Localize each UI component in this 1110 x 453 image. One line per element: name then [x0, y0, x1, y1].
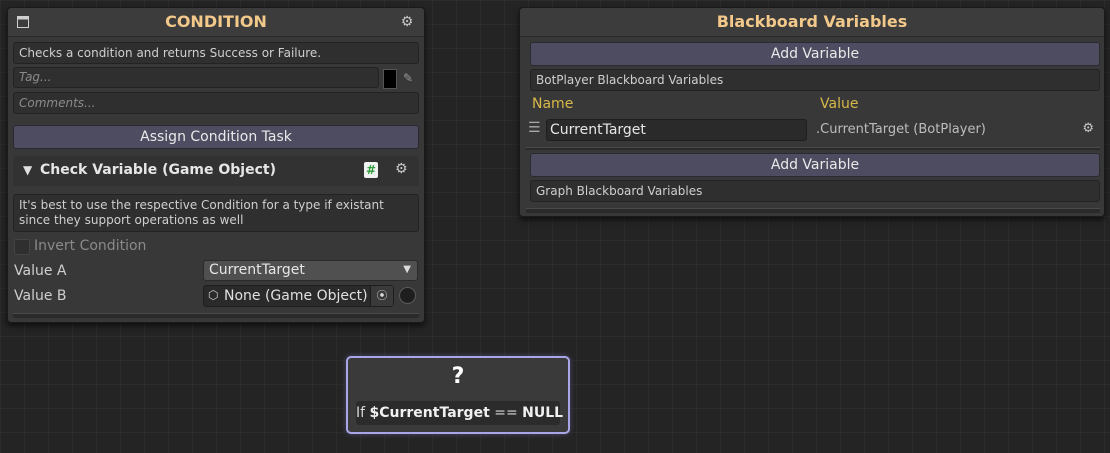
question-icon: ?	[451, 364, 465, 389]
drag-handle-icon[interactable]: ☰	[528, 120, 541, 136]
variable-name-input[interactable]: CurrentTarget	[546, 119, 807, 141]
add-variable-button-2[interactable]: Add Variable	[530, 153, 1100, 177]
value-a-dropdown[interactable]: CurrentTarget ▼	[203, 260, 418, 281]
column-name-header: Name	[532, 96, 574, 112]
assign-condition-button[interactable]: Assign Condition Task	[13, 125, 419, 149]
condition-node[interactable]: ? If $CurrentTarget == NULL	[346, 356, 570, 434]
value-a-selected: CurrentTarget	[209, 262, 305, 278]
description-field[interactable]: Checks a condition and returns Success o…	[13, 42, 419, 64]
assign-button-label: Assign Condition Task	[140, 129, 292, 145]
section-graph-label: Graph Blackboard Variables	[536, 184, 703, 198]
variable-link-circle[interactable]	[399, 287, 416, 304]
comments-input[interactable]: Comments...	[13, 92, 419, 114]
section-graph: Graph Blackboard Variables	[530, 180, 1100, 202]
value-a-label: Value A	[14, 263, 67, 279]
variable-gear-icon[interactable]: ⚙	[1082, 121, 1094, 136]
value-b-value: None (Game Object)	[224, 288, 368, 304]
value-b-object-field[interactable]: ⬡ None (Game Object) ⦿	[203, 285, 394, 307]
node-operator: ==	[489, 405, 523, 421]
invert-checkbox[interactable]	[14, 239, 30, 255]
tag-input[interactable]: Tag...	[13, 67, 379, 88]
task-gear-icon[interactable]: ⚙	[395, 161, 408, 177]
object-icon: ⬡	[208, 288, 219, 302]
blackboard-footer-bar	[526, 208, 1100, 213]
blackboard-title: Blackboard Variables	[716, 12, 908, 31]
condition-footer-bar	[13, 313, 419, 318]
task-hint-box: It's best to use the respective Conditio…	[13, 194, 419, 232]
variable-row: ☰ CurrentTarget .CurrentTarget (BotPlaye…	[526, 118, 1100, 142]
window-icon[interactable]	[14, 8, 32, 36]
condition-header: CONDITION ⚙	[8, 8, 424, 37]
color-swatch[interactable]	[383, 69, 397, 89]
script-icon[interactable]: #	[364, 162, 378, 178]
comments-placeholder: Comments...	[19, 96, 96, 110]
blackboard-header: Blackboard Variables	[520, 8, 1104, 37]
add-variable-label-2: Add Variable	[770, 157, 860, 173]
target-icon[interactable]: ⦿	[370, 286, 393, 306]
value-b-label: Value B	[14, 288, 67, 304]
description-text: Checks a condition and returns Success o…	[19, 46, 322, 60]
task-hint-line-2: since they support operations as well	[19, 213, 244, 227]
task-header[interactable]: ▼ Check Variable (Game Object) # ⚙	[13, 156, 419, 186]
add-variable-button-1[interactable]: Add Variable	[530, 42, 1100, 66]
node-prefix: If	[356, 405, 370, 421]
variable-value: .CurrentTarget (BotPlayer)	[816, 122, 986, 137]
blackboard-panel: Blackboard Variables Add Variable BotPla…	[519, 7, 1105, 217]
gear-icon[interactable]: ⚙	[398, 8, 416, 36]
task-title: Check Variable (Game Object)	[40, 162, 276, 178]
collapse-arrow-icon[interactable]: ▼	[23, 163, 32, 177]
section-botplayer-label: BotPlayer Blackboard Variables	[536, 73, 724, 87]
node-literal: NULL	[522, 405, 564, 421]
dropdown-arrow-icon: ▼	[403, 264, 411, 275]
section-botplayer: BotPlayer Blackboard Variables	[530, 69, 1100, 91]
node-variable: $CurrentTarget	[369, 405, 490, 421]
tag-placeholder: Tag...	[19, 70, 52, 84]
eyedropper-icon[interactable]: ✎	[400, 68, 416, 88]
variable-name-text: CurrentTarget	[550, 122, 646, 138]
condition-title: CONDITION	[165, 12, 267, 31]
add-variable-label-1: Add Variable	[770, 46, 860, 62]
node-condition-text: If $CurrentTarget == NULL	[356, 401, 564, 425]
invert-label: Invert Condition	[34, 238, 147, 254]
blackboard-separator	[526, 147, 1100, 150]
column-value-header: Value	[820, 96, 859, 112]
task-hint-line-1: It's best to use the respective Conditio…	[19, 198, 384, 212]
condition-panel: CONDITION ⚙ Checks a condition and retur…	[7, 7, 425, 323]
